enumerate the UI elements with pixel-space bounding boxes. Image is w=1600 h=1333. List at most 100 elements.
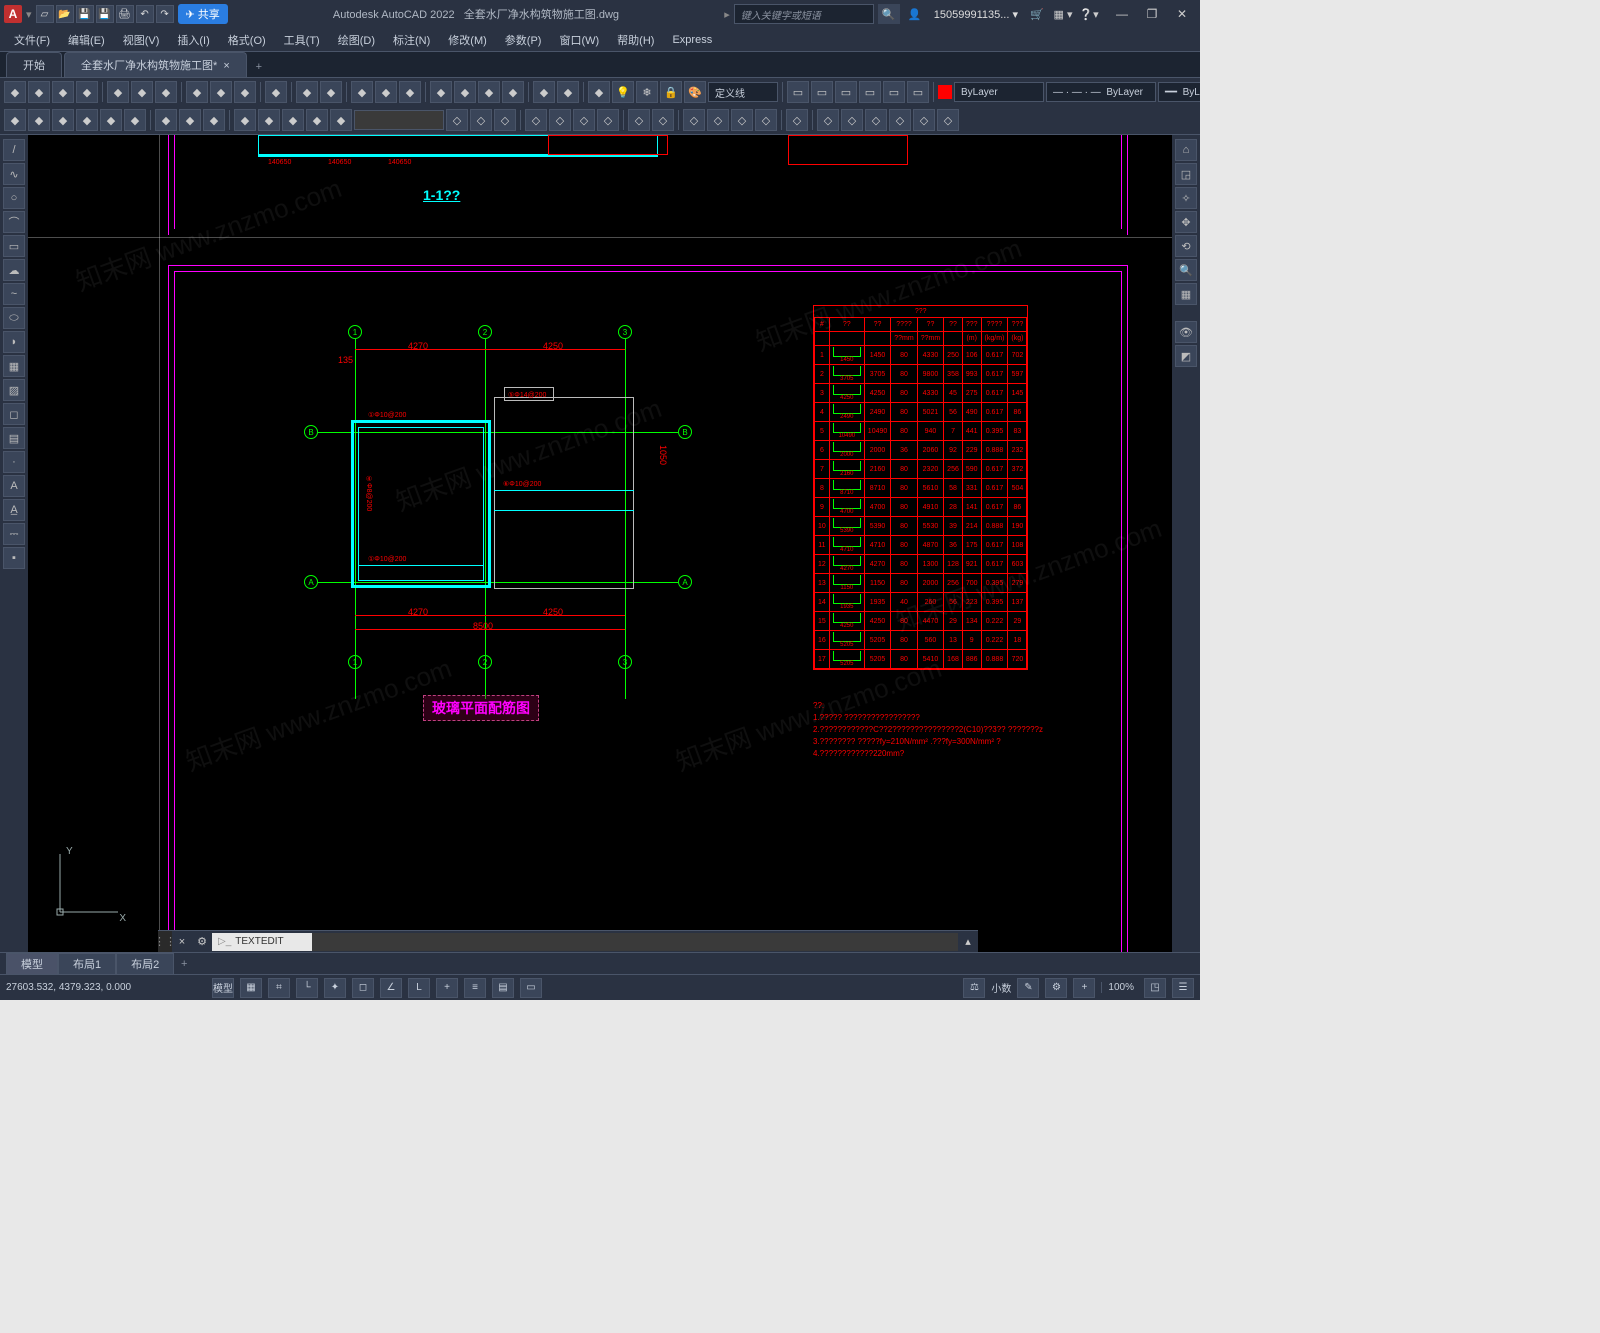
menu-edit[interactable]: 编辑(E)	[60, 29, 113, 51]
tool-tool-icon[interactable]: ◆	[502, 81, 524, 103]
nav-show-icon[interactable]: ▦	[1175, 283, 1197, 305]
tool-line-icon[interactable]: ◆	[4, 109, 26, 131]
tool-layeroff-icon[interactable]: ◇	[841, 109, 863, 131]
tool-mirror-icon[interactable]: ◆	[306, 109, 328, 131]
text-icon[interactable]: A	[3, 475, 25, 497]
tool-copy-icon[interactable]: ◆	[258, 109, 280, 131]
tool-circle-icon[interactable]: ◆	[52, 109, 74, 131]
tool-preview-icon[interactable]: ◆	[131, 81, 153, 103]
tool-paste-icon[interactable]: ◆	[234, 81, 256, 103]
minimize-button[interactable]: —	[1108, 4, 1136, 24]
mtext-icon[interactable]: A̲	[3, 499, 25, 521]
tool-fillet-icon[interactable]: ◇	[525, 109, 547, 131]
status-ann-icon[interactable]: ✎	[1017, 978, 1039, 998]
apps-icon[interactable]: ▦ ▾	[1052, 3, 1074, 25]
ellipsearc-icon[interactable]: ◗	[3, 331, 25, 353]
status-gear-icon[interactable]: ⚙	[1045, 978, 1067, 998]
tool-erase-icon[interactable]: ◇	[628, 109, 650, 131]
menu-view[interactable]: 视图(V)	[115, 29, 168, 51]
qat-save-icon[interactable]: 💾	[76, 5, 94, 23]
rect-icon[interactable]: ▭	[3, 235, 25, 257]
circle-icon[interactable]: ○	[3, 187, 25, 209]
app-logo[interactable]: A	[4, 5, 22, 23]
nav-zoom-icon[interactable]: 🔍	[1175, 259, 1197, 281]
cart-icon[interactable]: 🛒	[1026, 3, 1048, 25]
tool-explode-icon[interactable]: ◇	[652, 109, 674, 131]
maximize-button[interactable]: ❐	[1138, 4, 1166, 24]
layertool-5-icon[interactable]: ▭	[907, 81, 929, 103]
tool-hatch-icon[interactable]: ◆	[203, 109, 225, 131]
qat-undo-icon[interactable]: ↶	[136, 5, 154, 23]
linetype-dropdown[interactable]: — · — · — ByLayer	[1046, 82, 1156, 102]
tool-zoomext-icon[interactable]: ◆	[375, 81, 397, 103]
menu-tools[interactable]: 工具(T)	[276, 29, 328, 51]
tool-zoomwin-icon[interactable]: ◆	[399, 81, 421, 103]
tool-cut-icon[interactable]: ◆	[186, 81, 208, 103]
tool-dim-icon[interactable]: ◇	[683, 109, 705, 131]
tool-help-icon[interactable]: ◆	[588, 81, 610, 103]
tool-open-icon[interactable]: ◆	[28, 81, 50, 103]
tool-pline-icon[interactable]: ◆	[28, 109, 50, 131]
tool-copy-icon[interactable]: ◆	[210, 81, 232, 103]
color-dropdown[interactable]: ByLayer	[954, 82, 1044, 102]
status-plus-icon[interactable]: +	[1073, 978, 1095, 998]
tool-chamfer-icon[interactable]: ◇	[549, 109, 571, 131]
nav-pan-icon[interactable]: ✥	[1175, 211, 1197, 233]
tool-saveas-icon[interactable]: ◆	[76, 81, 98, 103]
visual-icon[interactable]: ◩	[1175, 345, 1197, 367]
tab-close-icon[interactable]: ×	[223, 60, 229, 72]
tool-rotate-icon[interactable]: ◆	[282, 109, 304, 131]
status-space[interactable]: 模型	[212, 978, 234, 998]
status-ducs-icon[interactable]: L	[408, 978, 430, 998]
arc-icon[interactable]: ⌒	[3, 211, 25, 233]
tool-offset-icon[interactable]: ◇	[597, 109, 619, 131]
lineweight-dropdown[interactable]: ━━ ByLayer	[1158, 82, 1200, 102]
tool-rect-icon[interactable]: ◆	[100, 109, 122, 131]
tool-wblock-icon[interactable]: ◇	[937, 109, 959, 131]
tool-clean-icon[interactable]: ◆	[557, 81, 579, 103]
tool-table-icon[interactable]: ◇	[755, 109, 777, 131]
close-button[interactable]: ✕	[1168, 4, 1196, 24]
tool-undo-icon[interactable]: ◆	[296, 81, 318, 103]
tool-extend-icon[interactable]: ◇	[494, 109, 516, 131]
status-zoom[interactable]: 100%	[1101, 982, 1138, 993]
point-icon[interactable]: ·	[3, 451, 25, 473]
cmd-input[interactable]	[312, 933, 958, 951]
menu-draw[interactable]: 绘图(D)	[330, 29, 383, 51]
status-polar-icon[interactable]: ✦	[324, 978, 346, 998]
tool-props-icon[interactable]: ◆	[430, 81, 452, 103]
cmd-handle-icon[interactable]: ⋮⋮	[158, 931, 172, 952]
menu-dim[interactable]: 标注(N)	[385, 29, 438, 51]
menu-modify[interactable]: 修改(M)	[440, 29, 495, 51]
menu-window[interactable]: 窗口(W)	[551, 29, 607, 51]
user-menu[interactable]: 15059991135... ▾	[930, 8, 1022, 21]
color-swatch[interactable]	[938, 85, 952, 99]
spline-icon[interactable]: ~	[3, 283, 25, 305]
status-otrack-icon[interactable]: ∠	[380, 978, 402, 998]
status-scale-icon[interactable]: ⚖	[963, 978, 985, 998]
pline-icon[interactable]: ∿	[3, 163, 25, 185]
tool-redo-icon[interactable]: ◆	[320, 81, 342, 103]
layertool-1-icon[interactable]: ▭	[811, 81, 833, 103]
status-osnap-icon[interactable]: ◻	[352, 978, 374, 998]
tool-sheet-icon[interactable]: ◆	[454, 81, 476, 103]
divider-icon[interactable]: ▪	[3, 547, 25, 569]
layer-state-1-icon[interactable]: ❄	[636, 81, 658, 103]
tool-new-icon[interactable]: ◆	[4, 81, 26, 103]
revcloud-icon[interactable]: ☁	[3, 259, 25, 281]
cmd-up-icon[interactable]: ▴	[958, 935, 978, 948]
tab-layout1[interactable]: 布局1	[58, 953, 116, 974]
tool-layers-icon[interactable]: ◆	[478, 81, 500, 103]
tool-trim-icon[interactable]: ◇	[470, 109, 492, 131]
tab-layout-add[interactable]: +	[174, 958, 194, 970]
menu-file[interactable]: 文件(F)	[6, 29, 58, 51]
help-icon[interactable]: ❔▾	[1078, 3, 1100, 25]
status-clean-icon[interactable]: ☰	[1172, 978, 1194, 998]
gradient-icon[interactable]: ▨	[3, 379, 25, 401]
tab-start[interactable]: 开始	[6, 52, 62, 77]
tab-active-doc[interactable]: 全套水厂净水构筑物施工图* ×	[64, 52, 247, 77]
tool-text-icon[interactable]: ◇	[731, 109, 753, 131]
tab-add-button[interactable]: +	[249, 57, 269, 77]
search-button[interactable]: 🔍	[878, 4, 900, 24]
plan-title[interactable]: 玻璃平面配筋图	[432, 700, 530, 716]
